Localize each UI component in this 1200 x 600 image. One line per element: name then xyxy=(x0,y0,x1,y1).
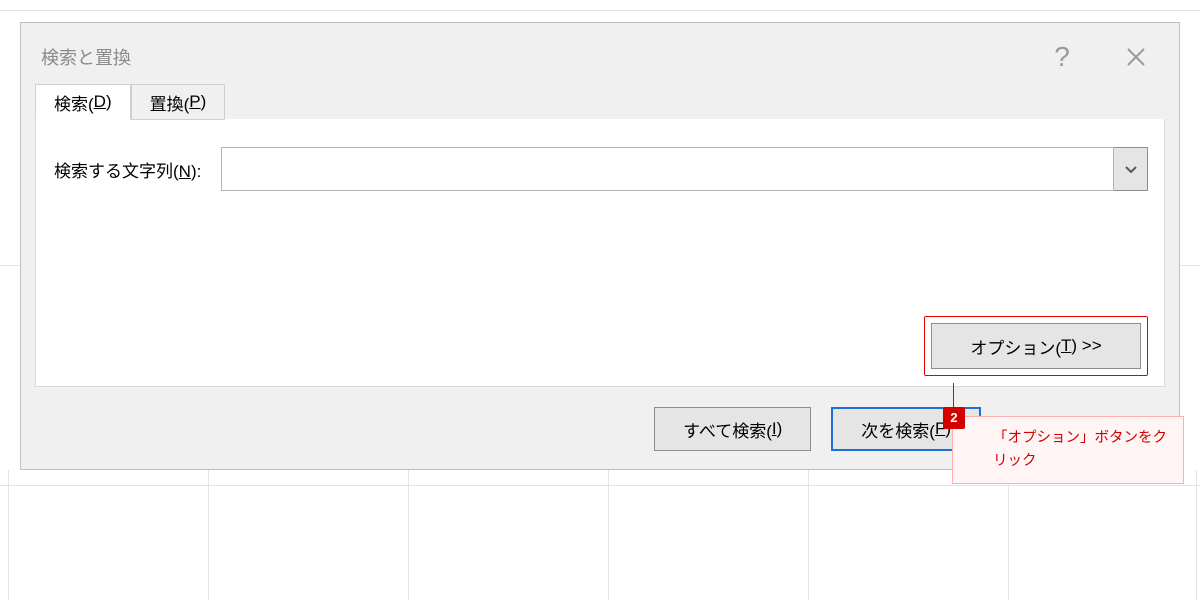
search-field-row: 検索する文字列(N): xyxy=(54,147,1148,191)
search-field-label: 検索する文字列(N): xyxy=(54,157,201,182)
dialog-tabs: 検索(D) 置換(P) xyxy=(35,83,225,119)
find-all-button[interactable]: すべて検索(I) xyxy=(654,407,811,451)
help-icon[interactable]: ? xyxy=(1039,34,1085,80)
annotation-badge: 2 xyxy=(943,407,965,429)
dialog-content: 検索する文字列(N): オプション(T) >> xyxy=(35,119,1165,387)
tab-replace[interactable]: 置換(P) xyxy=(131,84,226,120)
options-callout-frame: オプション(T) >> xyxy=(924,316,1148,376)
options-button[interactable]: オプション(T) >> xyxy=(931,323,1141,369)
close-icon[interactable] xyxy=(1113,34,1159,80)
tab-find[interactable]: 検索(D) xyxy=(35,84,131,120)
search-dropdown-button[interactable] xyxy=(1114,147,1148,191)
dialog-titlebar: 検索と置換 ? xyxy=(21,23,1179,91)
annotation-callout: 2 「オプション」ボタンをクリック xyxy=(952,416,1184,484)
find-replace-dialog: 検索と置換 ? 検索する文字列(N): オプション(T) >> 検索( xyxy=(20,22,1180,470)
dialog-title: 検索と置換 xyxy=(41,44,131,70)
annotation-text: 「オプション」ボタンをクリック xyxy=(993,430,1167,469)
search-input[interactable] xyxy=(221,147,1114,191)
